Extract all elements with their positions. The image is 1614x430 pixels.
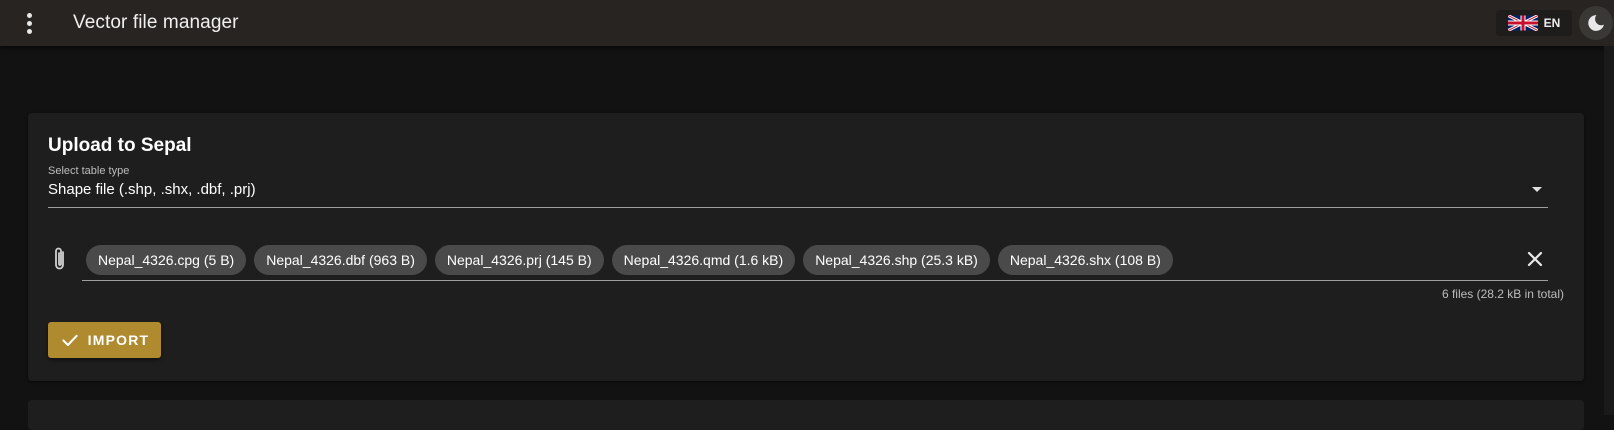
scrollbar[interactable]	[1604, 46, 1614, 415]
select-label: Select table type	[48, 165, 130, 177]
moon-icon	[1588, 15, 1604, 31]
file-chip[interactable]: Nepal_4326.shp (25.3 kB)	[803, 245, 990, 275]
clear-files-button[interactable]	[1522, 246, 1548, 272]
table-type-select[interactable]: Shape file (.shp, .shx, .dbf, .prj)	[48, 179, 1548, 208]
file-chip[interactable]: Nepal_4326.qmd (1.6 kB)	[611, 245, 796, 275]
language-button[interactable]: EN	[1496, 10, 1572, 36]
files-summary: 6 files (28.2 kB in total)	[1441, 287, 1564, 301]
card-title: Upload to Sepal	[48, 135, 192, 156]
next-card	[28, 400, 1584, 430]
check-icon	[62, 334, 78, 346]
close-icon	[1527, 251, 1543, 267]
app-bar: Vector file manager EN	[0, 0, 1614, 46]
file-chip[interactable]: Nepal_4326.dbf (963 B)	[254, 245, 427, 275]
file-chip[interactable]: Nepal_4326.cpg (5 B)	[86, 245, 247, 275]
dots-vertical-icon	[26, 12, 32, 18]
chevron-down-icon	[1532, 187, 1542, 192]
uk-flag-icon	[1507, 15, 1538, 31]
app-title: Vector file manager	[73, 12, 239, 33]
import-button[interactable]: IMPORT	[48, 322, 161, 358]
theme-toggle-button[interactable]	[1579, 6, 1613, 40]
file-chip[interactable]: Nepal_4326.shx (108 B)	[997, 245, 1173, 275]
upload-card: Upload to Sepal Select table type Shape …	[28, 113, 1584, 381]
file-chip[interactable]: Nepal_4326.prj (145 B)	[434, 245, 604, 275]
paperclip-icon[interactable]	[50, 246, 70, 272]
language-code: EN	[1543, 16, 1561, 30]
file-input[interactable]: Nepal_4326.cpg (5 B) Nepal_4326.dbf (963…	[82, 240, 1548, 281]
select-value: Shape file (.shp, .shx, .dbf, .prj)	[48, 181, 256, 198]
import-label: IMPORT	[87, 332, 150, 348]
menu-button[interactable]	[14, 8, 44, 38]
file-chips: Nepal_4326.cpg (5 B) Nepal_4326.dbf (963…	[86, 245, 1181, 275]
